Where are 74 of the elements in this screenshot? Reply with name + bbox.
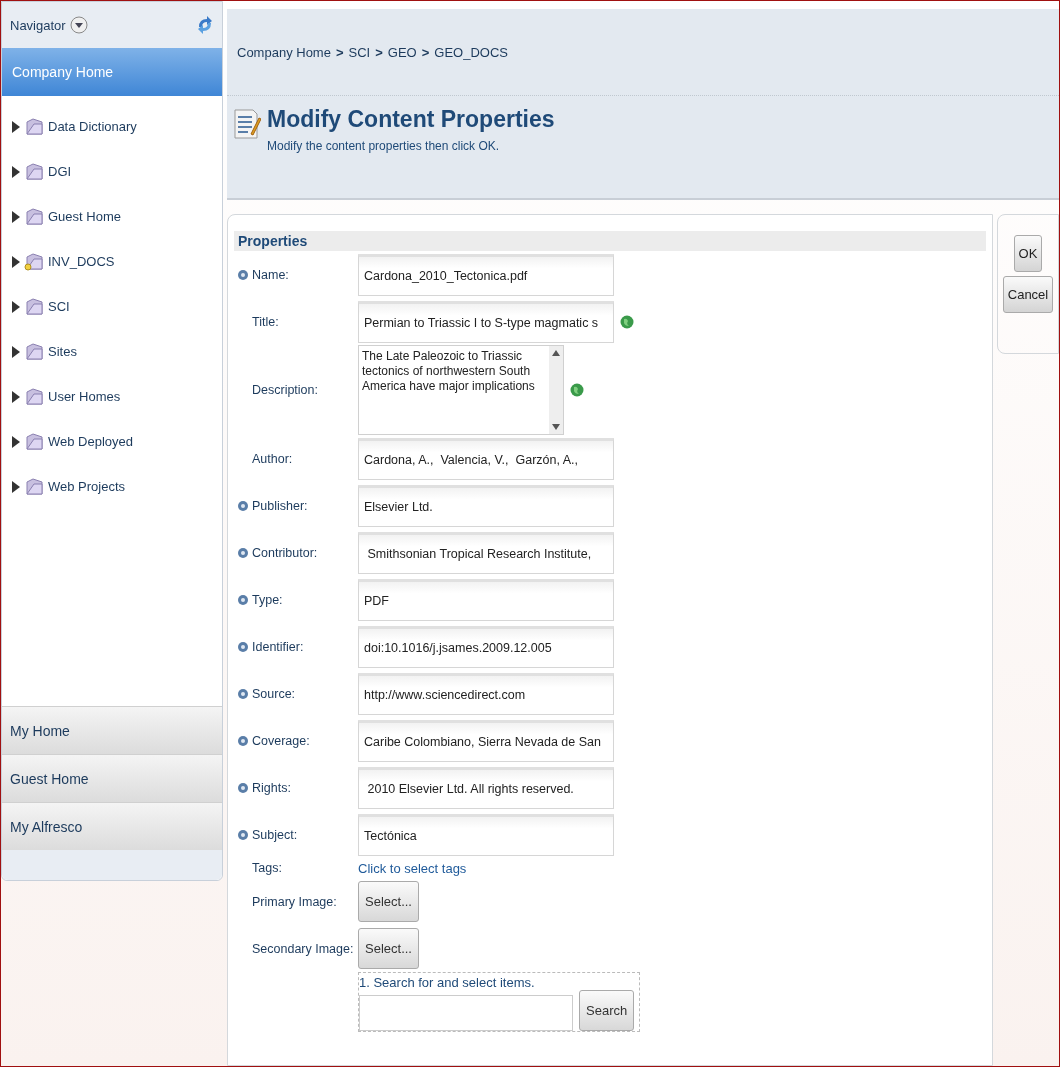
tree-item[interactable]: Guest Home — [48, 209, 121, 224]
tree-item[interactable]: Sites — [48, 344, 77, 359]
tree-item[interactable]: Web Deployed — [48, 434, 134, 449]
folder-icon — [24, 207, 44, 226]
section-header: Properties — [234, 231, 986, 251]
search-instruction: 1. Search for and select items. — [359, 975, 536, 990]
input-field[interactable]: Caribe Colombiano, Sierra Nevada de San — [358, 719, 614, 762]
tree-item[interactable]: SCI — [48, 299, 70, 314]
input-field[interactable]: Smithsonian Tropical Research Institute, — [358, 531, 614, 574]
tree-item[interactable]: Web Projects — [48, 479, 126, 494]
action-button[interactable]: OK — [1013, 235, 1043, 272]
scroll-up-icon[interactable] — [552, 350, 560, 356]
input-field[interactable]: Cardona_2010_Tectonica.pdf — [358, 253, 614, 296]
input-field[interactable]: Permian to Triassic I to S-type magmatic s — [358, 300, 614, 343]
tree-item[interactable]: INV_DOCS — [48, 254, 115, 269]
globe-icon[interactable] — [620, 314, 634, 329]
field-label: Coverage: — [252, 733, 310, 748]
breadcrumb-link[interactable]: Company Home — [237, 44, 331, 60]
field-label: Tags: — [252, 861, 282, 875]
field-label: Identifier: — [252, 639, 304, 654]
folder-icon — [24, 297, 44, 316]
breadcrumb-link[interactable]: SCI — [348, 44, 371, 60]
tags-link[interactable]: Click to select tags — [358, 860, 467, 876]
tree-item[interactable]: Data Dictionary — [48, 119, 137, 134]
tree-item[interactable]: DGI — [48, 164, 72, 179]
field-label: Primary Image: — [252, 894, 337, 909]
folder-icon — [24, 432, 44, 451]
field-label: Subject: — [252, 827, 298, 842]
search-field[interactable] — [359, 995, 573, 1031]
sidebar-item[interactable]: My Home — [2, 706, 222, 754]
field-label: Type: — [252, 592, 283, 607]
input-field[interactable]: PDF — [358, 578, 614, 621]
input-field[interactable]: Elsevier Ltd. — [358, 484, 614, 527]
tree-item[interactable]: User Homes — [48, 389, 121, 404]
sidebar-item[interactable]: Guest Home — [2, 754, 222, 802]
action-button[interactable]: Cancel — [1002, 276, 1054, 313]
folder-icon — [24, 477, 44, 496]
breadcrumb-separator: > — [335, 44, 344, 60]
breadcrumb-separator: > — [375, 44, 383, 60]
page-title: Modify Content Properties — [267, 106, 555, 133]
document-edit-icon — [233, 106, 261, 140]
search-button[interactable]: Search — [579, 990, 635, 1031]
input-field[interactable]: 2010 Elsevier Ltd. All rights reserved. — [358, 766, 614, 809]
folder-icon — [24, 387, 44, 406]
breadcrumb-link[interactable]: GEO — [387, 44, 417, 60]
breadcrumb-link[interactable]: GEO_DOCS — [434, 44, 508, 60]
text-area[interactable]: The Late Paleozoic to Triassic tectonics of northwestern South America have major implications — [358, 345, 564, 435]
folder-icon — [24, 252, 44, 271]
input-field[interactable]: http://www.sciencedirect.com — [358, 672, 614, 715]
dropdown-icon[interactable] — [69, 16, 88, 34]
input-field[interactable]: doi:10.1016/j.jsames.2009.12.005 — [358, 625, 614, 668]
globe-icon[interactable] — [570, 383, 584, 397]
folder-icon — [24, 117, 44, 136]
select-button[interactable]: Select... — [358, 881, 419, 922]
sidebar-item[interactable]: My Alfresco — [2, 802, 222, 850]
field-label: Author: — [252, 451, 293, 466]
scroll-down-icon[interactable] — [552, 424, 560, 430]
input-field[interactable]: Tectónica — [358, 813, 614, 856]
refresh-icon[interactable] — [196, 15, 214, 35]
field-label: Title: — [252, 314, 279, 329]
navigator-title: Navigator — [10, 17, 66, 33]
field-label: Contributor: — [252, 545, 318, 560]
select-button[interactable]: Select... — [358, 928, 419, 969]
field-label: Publisher: — [252, 498, 308, 513]
field-label: Secondary Image: — [252, 941, 354, 956]
page-subtitle: Modify the content properties then click OK. — [267, 139, 501, 153]
field-label: Rights: — [252, 780, 291, 795]
folder-icon — [24, 342, 44, 361]
breadcrumb-separator: > — [421, 44, 430, 60]
field-label: Description: — [252, 383, 318, 397]
input-field[interactable]: Cardona, A., Valencia, V., Garzón, A., — [358, 437, 614, 480]
folder-icon — [24, 162, 44, 181]
field-label: Source: — [252, 686, 296, 701]
field-label: Name: — [252, 267, 289, 282]
